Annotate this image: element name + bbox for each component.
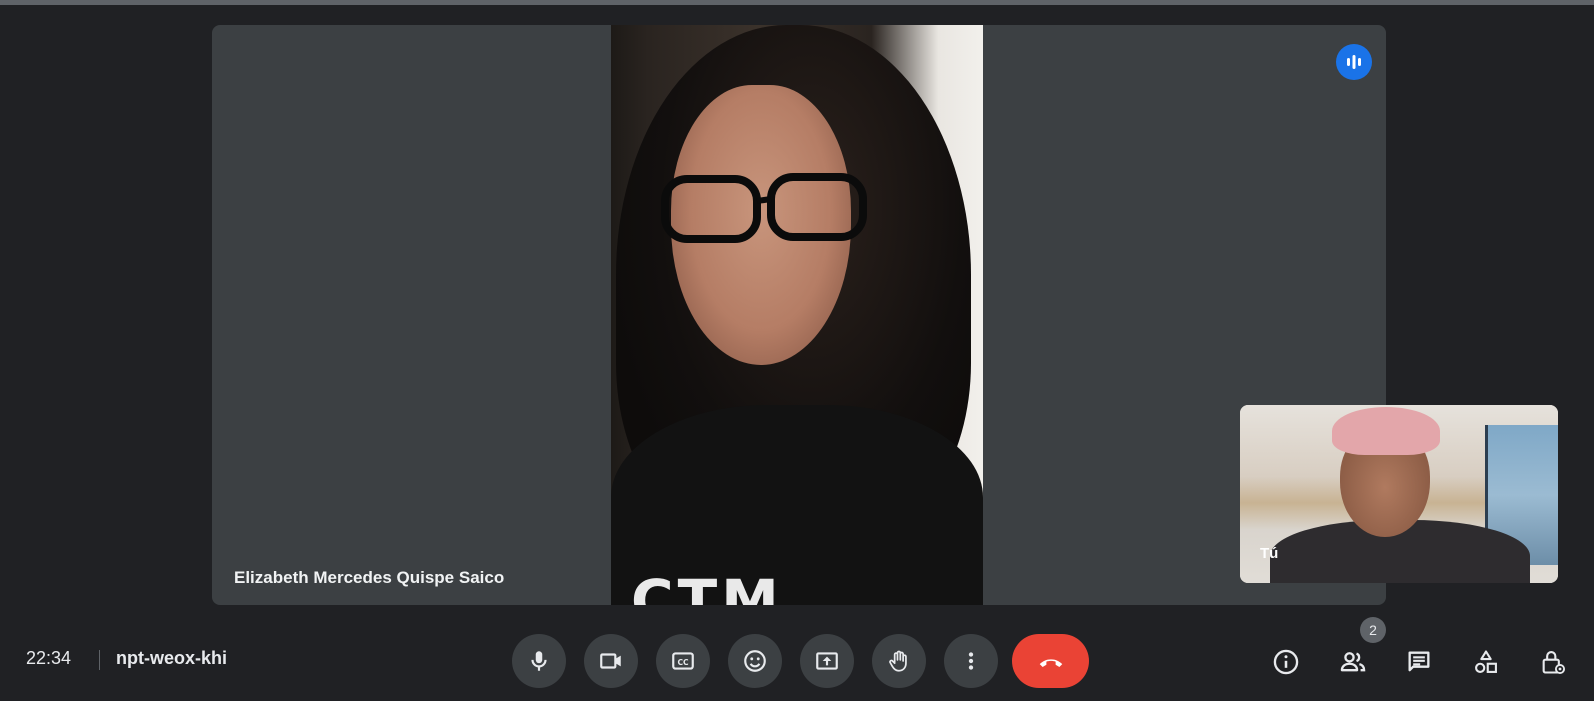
people-count-badge: 2 bbox=[1360, 617, 1386, 643]
camera-icon bbox=[600, 653, 621, 669]
meeting-code: npt-weox-khi bbox=[116, 648, 227, 668]
emoji-icon bbox=[744, 650, 766, 672]
chat-icon bbox=[1408, 651, 1430, 672]
participant-tile[interactable]: CTM bbox=[212, 25, 1386, 605]
raise-hand-icon bbox=[889, 650, 907, 672]
host-controls-icon bbox=[1542, 651, 1566, 675]
captions-button[interactable]: CC bbox=[656, 634, 710, 688]
self-view-tile[interactable] bbox=[1240, 405, 1558, 583]
captions-icon: CC bbox=[672, 652, 694, 670]
glasses-graphic bbox=[661, 173, 867, 243]
end-call-button[interactable] bbox=[1012, 634, 1089, 688]
emoji-button[interactable] bbox=[728, 634, 782, 688]
activities-button[interactable] bbox=[1466, 642, 1506, 682]
participant-video: CTM bbox=[611, 25, 983, 605]
meeting-time: 22:34 bbox=[26, 648, 72, 668]
raise-hand-button[interactable] bbox=[872, 634, 926, 688]
self-view-label: Tú bbox=[1260, 545, 1279, 562]
more-options-icon bbox=[968, 652, 974, 670]
self-view-hair bbox=[1332, 407, 1440, 455]
end-call-icon bbox=[1039, 659, 1062, 667]
people-button[interactable] bbox=[1333, 642, 1373, 682]
camera-button[interactable] bbox=[584, 634, 638, 688]
info-icon bbox=[1273, 649, 1299, 675]
chat-button[interactable] bbox=[1399, 642, 1439, 682]
more-options-button[interactable] bbox=[944, 634, 998, 688]
microphone-icon bbox=[531, 651, 547, 671]
microphone-button[interactable] bbox=[512, 634, 566, 688]
host-controls-button[interactable] bbox=[1533, 642, 1573, 682]
meeting-info-button[interactable] bbox=[1266, 642, 1306, 682]
people-icon bbox=[1340, 652, 1366, 672]
speaking-indicator-icon bbox=[1336, 44, 1372, 80]
activities-icon bbox=[1475, 650, 1497, 673]
present-screen-button[interactable] bbox=[800, 634, 854, 688]
present-screen-icon bbox=[816, 652, 838, 670]
shirt-text: CTM bbox=[631, 567, 783, 605]
svg-text:CC: CC bbox=[677, 658, 689, 667]
participant-name-label: Elizabeth Mercedes Quispe Saico bbox=[234, 568, 505, 587]
divider bbox=[99, 650, 100, 670]
